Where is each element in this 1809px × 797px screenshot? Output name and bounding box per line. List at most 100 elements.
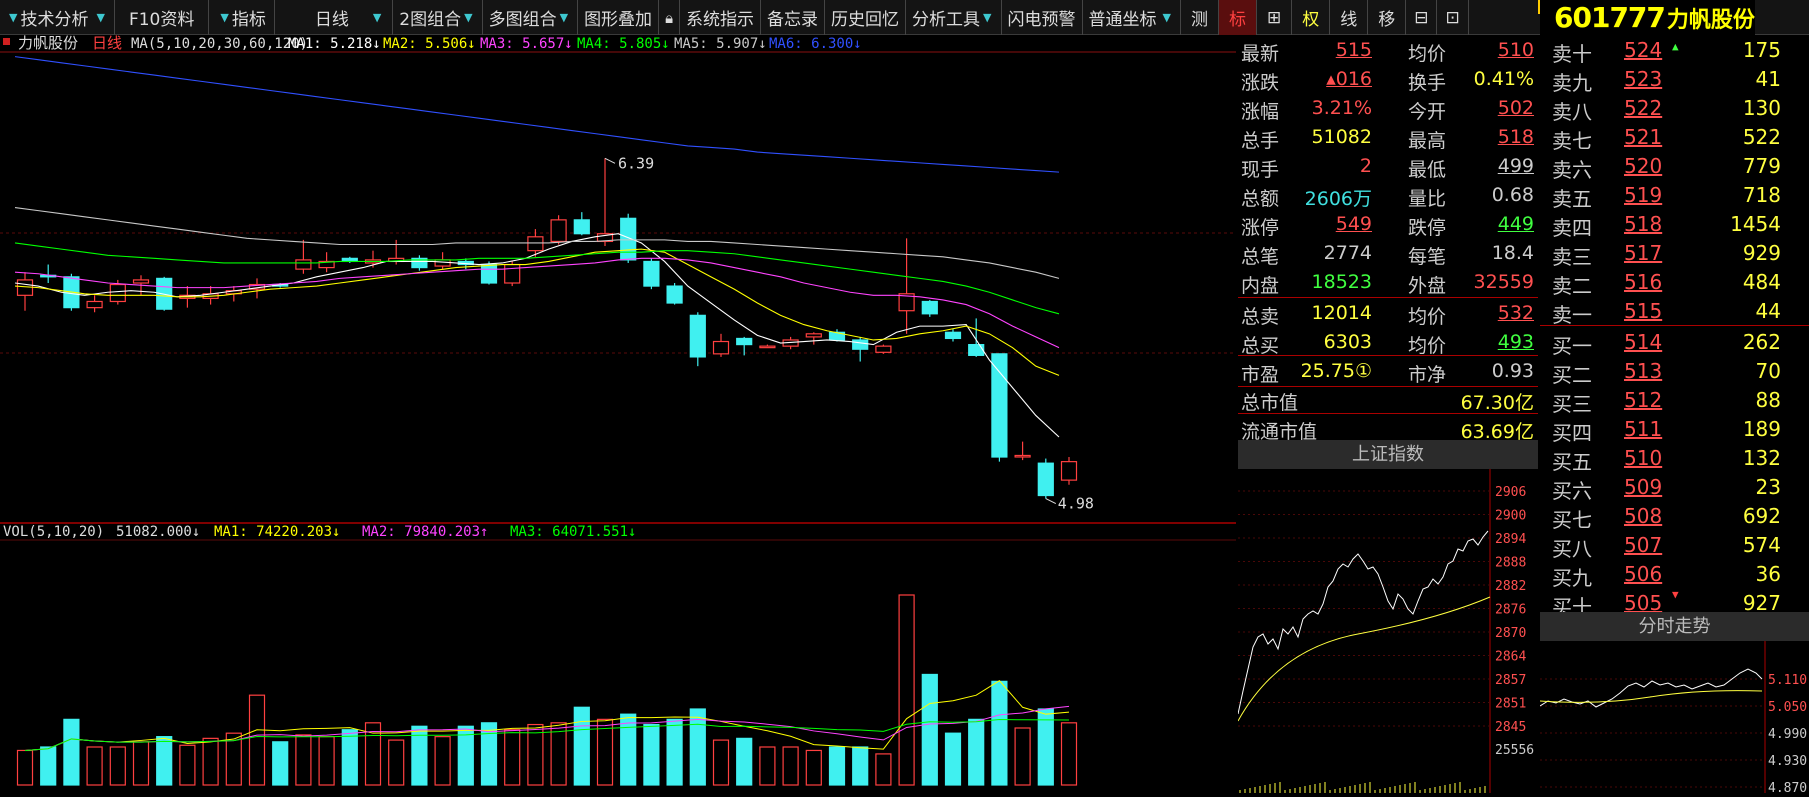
dropdown-arrow-icon: ▼ (1162, 11, 1171, 24)
tab-move[interactable]: 移 (1368, 0, 1407, 35)
quote-label: 量比 (1408, 188, 1447, 210)
tab-line[interactable]: 线 (1330, 0, 1369, 35)
index-panel-title[interactable]: 上证指数 (1238, 440, 1538, 469)
chart-corner-icon[interactable] (3, 38, 10, 45)
level-price[interactable]: 511 (1624, 417, 1662, 441)
level-price[interactable]: 514 (1624, 330, 1662, 354)
level-price[interactable]: 519 (1624, 183, 1662, 207)
dropdown-arrow-icon: ▼ (220, 11, 229, 24)
menu-indicator[interactable]: ▼ 指标 (209, 0, 275, 35)
orderbook-row[interactable]: 卖八 522 130 (1540, 93, 1809, 124)
intraday-panel-title[interactable]: 分时走势 (1540, 612, 1809, 641)
volume-bar (666, 718, 683, 786)
orderbook-row[interactable]: 买八 507 574 (1540, 530, 1809, 561)
level-price[interactable]: 507 (1624, 533, 1662, 557)
orderbook-row[interactable]: 卖七 521 522 (1540, 122, 1809, 153)
tab-measure[interactable]: 测 (1181, 0, 1219, 35)
index-tick-label: 2900 (1495, 509, 1526, 524)
menu-coordinate[interactable]: 普通坐标 ▼ (1083, 0, 1181, 35)
intraday-panel[interactable]: 分时走势 5.110 5.050 4.990 4.930 4.870 (1540, 612, 1809, 793)
orderbook-row[interactable]: 买一 514 262 (1540, 327, 1809, 358)
candle-body (109, 283, 126, 303)
orderbook-row[interactable]: 卖六 520 779 (1540, 151, 1809, 182)
index-panel[interactable]: 上证指数 2906 2900 2894 2888 2882 2876 2870 2864 285… (1238, 440, 1538, 793)
stock-header: 601777 力帆股份 (1540, 0, 1755, 35)
ma5-label: MA5: 5.907↓ (674, 36, 767, 52)
quote-value: 549 (1335, 213, 1372, 235)
orderbook-row[interactable]: 卖二 516 484 (1540, 267, 1809, 298)
menu-technical-analysis[interactable]: ▼ 技术分析 ▼ (0, 0, 115, 35)
orderbook-row[interactable]: 买九 506 36 (1540, 559, 1809, 590)
quote-label: 换手 (1408, 72, 1447, 94)
quote-label: 涨停 (1241, 217, 1280, 239)
window-icon[interactable]: ⊟ (1406, 0, 1438, 35)
level-price[interactable]: 518 (1624, 212, 1662, 236)
orderbook-row[interactable]: 买五 510 132 (1540, 443, 1809, 474)
quote-label: 均价 (1408, 335, 1447, 357)
grid-icon[interactable]: ⊞ (1257, 0, 1293, 35)
tick-axis-label: 4.870 (1768, 781, 1807, 793)
orderbook-row[interactable]: 卖三 517 929 (1540, 238, 1809, 269)
tab-mark[interactable]: 标 (1218, 0, 1257, 35)
menu-f10[interactable]: F10资料 (115, 0, 210, 35)
index-volume-label: 25556 (1495, 743, 1534, 758)
orderbook-row[interactable]: 卖九 523 41 (1540, 64, 1809, 95)
candle-body (875, 345, 892, 353)
panel-toggle-icon[interactable]: ⊡ (1437, 0, 1469, 35)
level-price[interactable]: 517 (1624, 241, 1662, 265)
menu-flash-alert[interactable]: 闪电预警 (1002, 0, 1083, 35)
menu-history[interactable]: 历史回忆 (825, 0, 907, 35)
orderbook-row[interactable]: 买二 513 70 (1540, 356, 1809, 387)
candle-body (1014, 454, 1031, 458)
menu-memo[interactable]: 备忘录 (761, 0, 826, 35)
kline-svg[interactable]: 力帆股份 日线 MA(5,10,20,30,60,120) MA1: 5.218… (0, 34, 1236, 793)
menu-multichart[interactable]: 多图组合 ▼ (483, 0, 579, 35)
volume-bar (921, 673, 938, 786)
kline-chart-area[interactable]: 力帆股份 日线 MA(5,10,20,30,60,120) MA1: 5.218… (0, 34, 1236, 793)
level-price[interactable]: 506 (1624, 562, 1662, 586)
level-label: 卖九 (1552, 71, 1592, 95)
level-price[interactable]: 521 (1624, 125, 1662, 149)
lock-icon[interactable]: 🔒︎ (659, 0, 681, 35)
level-price[interactable]: 524 (1624, 38, 1662, 62)
level-price[interactable]: 515 (1624, 299, 1662, 323)
volume-bar (86, 746, 103, 786)
level-label: 卖六 (1552, 158, 1592, 182)
volume-bar (968, 718, 985, 786)
menu-overlay[interactable]: 图形叠加 (578, 0, 660, 35)
quote-label: 市盈 (1241, 364, 1280, 386)
level-price[interactable]: 509 (1624, 475, 1662, 499)
quote-label: 总卖 (1241, 306, 1280, 328)
menu-daily[interactable]: 日线 ▼ (275, 0, 394, 35)
orderbook-row[interactable]: 买七 508 692 (1540, 501, 1809, 532)
level-price[interactable]: 522 (1624, 96, 1662, 120)
menu-system-indicator[interactable]: 系统指示 (680, 0, 762, 35)
orderbook-row[interactable]: 卖四 518 1454 (1540, 209, 1809, 240)
level-volume: 522 (1742, 125, 1781, 149)
level-price[interactable]: 523 (1624, 67, 1662, 91)
level-volume: 44 (1755, 299, 1781, 323)
quote-value: 515 (1335, 39, 1372, 61)
level-price[interactable]: 520 (1624, 154, 1662, 178)
orderbook-row[interactable]: 买四 511 189 (1540, 414, 1809, 445)
quote-label: 最新 (1241, 43, 1280, 65)
menu-analysis-tools[interactable]: 分析工具 ▼ (906, 0, 1002, 35)
orderbook-row[interactable]: 买三 512 88 (1540, 385, 1809, 416)
candle-body (550, 219, 567, 243)
orderbook-row[interactable]: 卖五 519 718 (1540, 180, 1809, 211)
level-price[interactable]: 510 (1624, 446, 1662, 470)
tab-rights[interactable]: 权 (1292, 0, 1331, 35)
orderbook-row[interactable]: 买六 509 23 (1540, 472, 1809, 503)
orderbook-row[interactable]: 卖一 515 44 (1540, 296, 1809, 327)
candle-body (759, 345, 776, 349)
quote-value: 0.41% (1473, 68, 1534, 90)
level-price[interactable]: 512 (1624, 388, 1662, 412)
volume-bar (736, 737, 753, 786)
menu-2chart[interactable]: 2图组合 ▼ (393, 0, 483, 35)
chart-stock-name: 力帆股份 (18, 35, 78, 52)
level-price[interactable]: 513 (1624, 359, 1662, 383)
quote-value: 449 (1497, 213, 1534, 235)
level-price[interactable]: 516 (1624, 270, 1662, 294)
level-volume: 779 (1742, 154, 1781, 178)
level-price[interactable]: 508 (1624, 504, 1662, 528)
